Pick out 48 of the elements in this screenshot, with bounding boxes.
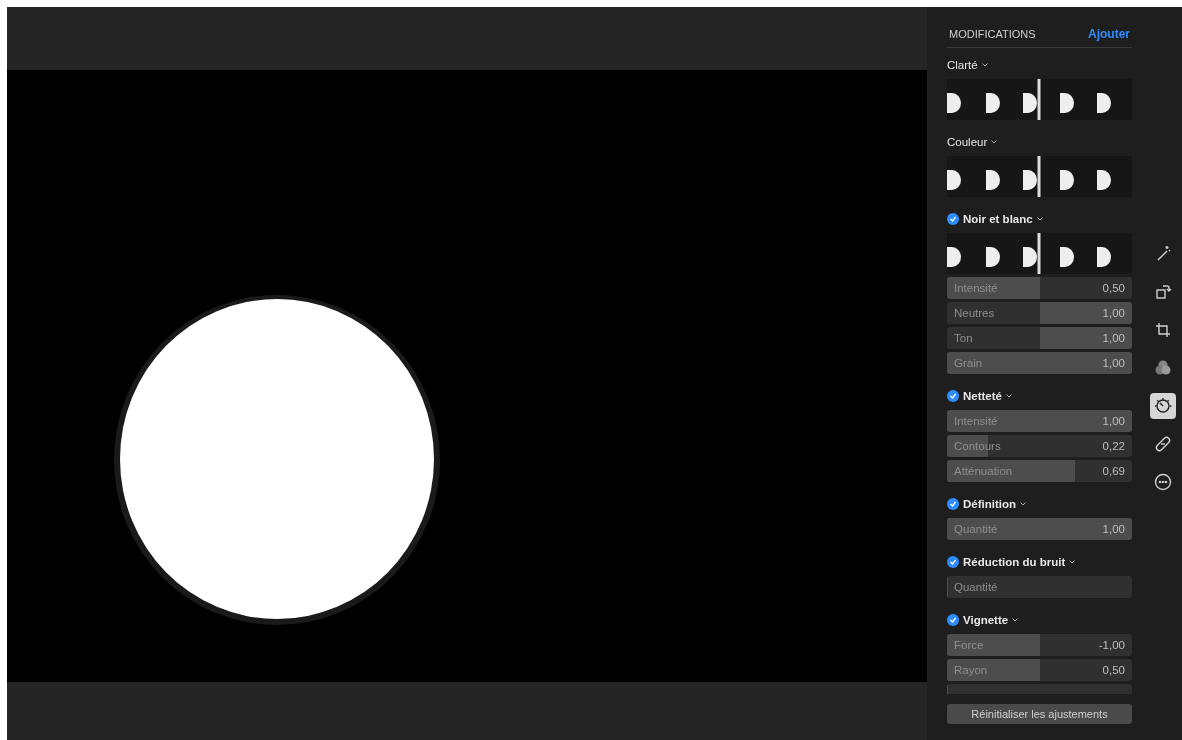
- section-checkbox[interactable]: [947, 498, 959, 510]
- add-link[interactable]: Ajouter: [1088, 27, 1130, 41]
- reset-button[interactable]: Réinitialiser les ajustements: [947, 704, 1132, 724]
- slider[interactable]: Quantité 1,00: [947, 518, 1132, 540]
- checkmark-icon: [949, 500, 957, 508]
- checkmark-icon: [949, 215, 957, 223]
- thumbnail-strip[interactable]: [947, 79, 1132, 120]
- slider[interactable]: Rayon 0,50: [947, 659, 1132, 681]
- chevron-icon: [991, 140, 998, 144]
- section-title[interactable]: Couleur: [947, 136, 988, 148]
- section-title[interactable]: Définition: [963, 498, 1017, 510]
- checkmark-icon: [949, 392, 957, 400]
- section-title[interactable]: Noir et blanc: [963, 213, 1033, 225]
- section-checkbox[interactable]: [947, 614, 959, 626]
- slider[interactable]: Intensité 0,50: [947, 277, 1132, 299]
- section-title[interactable]: Vignette: [963, 614, 1009, 626]
- slider[interactable]: Ton 1,00: [947, 327, 1132, 349]
- slider[interactable]: Quantité: [947, 576, 1132, 598]
- thumbnail-strip[interactable]: [947, 156, 1132, 197]
- chevron-icon: [1020, 502, 1027, 506]
- slider[interactable]: Atténuation 0,69: [947, 460, 1132, 482]
- bandage-icon: [1154, 435, 1172, 453]
- section-title[interactable]: Clarté: [947, 59, 978, 71]
- crop-icon: [1154, 321, 1172, 339]
- panel-title: MODIFICATIONS: [949, 28, 1036, 40]
- section-title[interactable]: Réduction du bruit: [963, 556, 1066, 568]
- chevron-icon: [1012, 618, 1019, 622]
- section-checkbox[interactable]: [947, 390, 959, 402]
- chevron-icon: [981, 63, 988, 67]
- slider[interactable]: Intensité 1,00: [947, 410, 1132, 432]
- dial-icon: [1154, 397, 1172, 415]
- chevron-icon: [1069, 560, 1076, 564]
- circles-icon: [1154, 359, 1172, 377]
- slider[interactable]: Contours 0,22: [947, 435, 1132, 457]
- thumbnail-strip[interactable]: [947, 233, 1132, 274]
- chevron-icon: [1006, 394, 1012, 398]
- section-checkbox[interactable]: [947, 556, 959, 568]
- more-icon: [1154, 473, 1172, 491]
- slider[interactable]: Neutres 1,00: [947, 302, 1132, 324]
- rotate-icon: [1154, 283, 1172, 301]
- slider[interactable]: Force -1,00: [947, 634, 1132, 656]
- slider[interactable]: Grain 1,00: [947, 352, 1132, 374]
- checkmark-icon: [949, 616, 957, 624]
- tool-button[interactable]: [1150, 393, 1176, 419]
- chevron-icon: [1036, 217, 1043, 221]
- section-title[interactable]: Netteté: [963, 390, 1002, 402]
- checkmark-icon: [949, 558, 957, 566]
- section-checkbox[interactable]: [947, 213, 959, 225]
